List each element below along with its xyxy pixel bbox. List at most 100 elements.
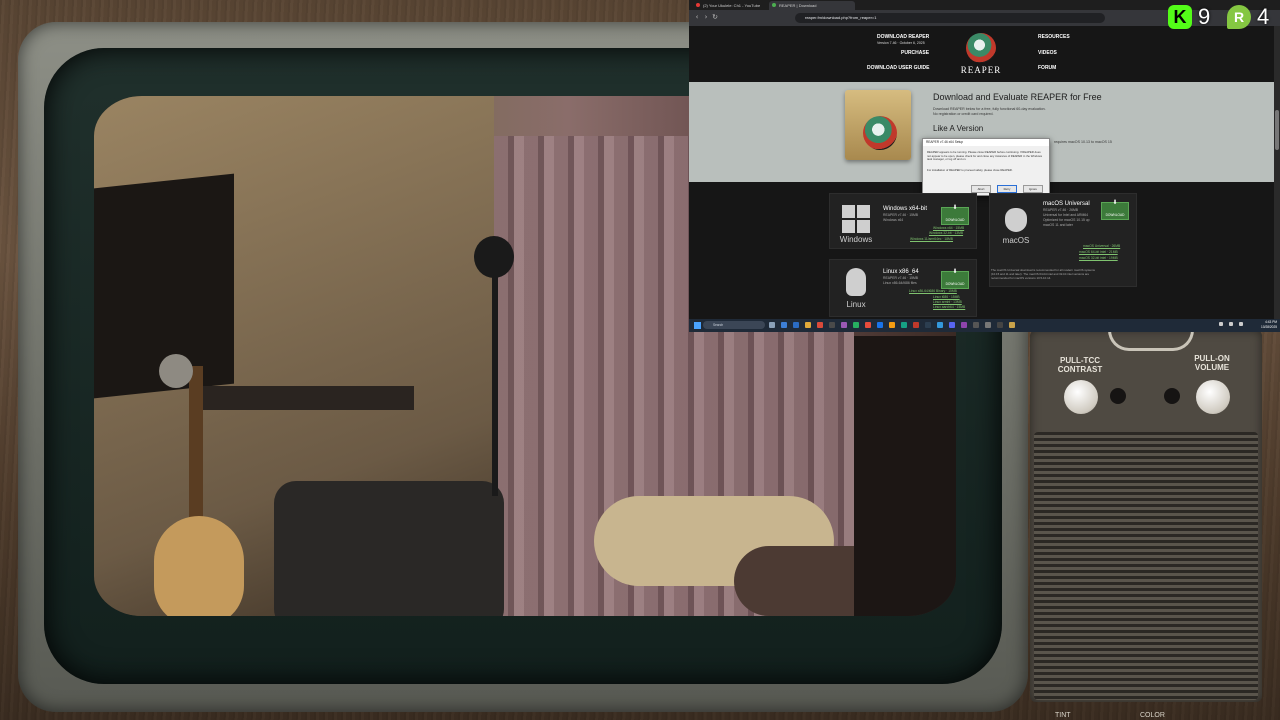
app-icon[interactable] (901, 322, 907, 328)
kick-logo-icon: K (1168, 5, 1192, 29)
version-text: Version 7.46 · October 6, 2025 (877, 41, 925, 45)
hero-note: requires macOS 10.13 to macOS 15 (1054, 140, 1112, 144)
nav-user-guide[interactable]: DOWNLOAD USER GUIDE (867, 65, 930, 71)
hero-subtitle: Like A Version (933, 124, 984, 133)
ignore-button[interactable]: Ignore (1023, 185, 1043, 193)
setup-dialog: REAPER v7.46 x64 Setup REAPER appears to… (922, 138, 1050, 196)
reaper-icon (772, 3, 776, 7)
hero-text: Download REAPER below for a free, fully … (933, 107, 1046, 111)
color-label: COLOR (1140, 712, 1165, 719)
os-meta: Linux x86-64/i686 files (883, 281, 917, 285)
guitar-neck (189, 366, 203, 526)
os-title: Windows x64-bit (883, 206, 928, 212)
os-meta: REAPER v7.46 · 26MB (1043, 208, 1079, 212)
download-button[interactable]: DOWNLOAD (941, 266, 969, 289)
os-meta: Optimized for macOS 10.15 up (1043, 218, 1090, 222)
download-link[interactable]: Windows x64 · 15MB (933, 226, 964, 230)
rumble-viewer-counter: R 4 (1227, 4, 1269, 30)
rumble-count: 4 (1257, 4, 1270, 29)
reaper-taskbar-icon[interactable] (1009, 322, 1015, 328)
app-icon[interactable] (973, 322, 979, 328)
app-icon[interactable] (829, 322, 835, 328)
os-meta: REAPER v7.46 · 15MB (883, 276, 919, 280)
app-icon[interactable] (853, 322, 859, 328)
back-icon[interactable]: ‹ (693, 13, 701, 21)
app-icon[interactable] (865, 322, 871, 328)
app-icon[interactable] (985, 322, 991, 328)
tray-icon[interactable] (1219, 322, 1223, 326)
download-link[interactable]: macOS 32-bit intel · 19MB (1079, 256, 1118, 260)
app-icon[interactable] (913, 322, 919, 328)
download-link[interactable]: Linux armhf · 13MB (933, 300, 962, 304)
app-icon[interactable] (817, 322, 823, 328)
forward-icon[interactable]: › (702, 13, 710, 21)
tab-label: (2) Your Ukulele: Ch1 - YouTube (703, 3, 761, 8)
dialog-title: REAPER v7.46 x64 Setup (923, 139, 1049, 146)
os-meta: Universal for Intel and ARM64 (1043, 213, 1089, 217)
reload-icon[interactable]: ↻ (711, 13, 719, 21)
abort-button[interactable]: Abort (971, 185, 991, 193)
linux-tux-icon (846, 268, 866, 296)
app-icon[interactable] (961, 322, 967, 328)
apple-logo-icon (1005, 208, 1027, 232)
os-name: Linux (846, 300, 866, 309)
nav-resources[interactable]: RESOURCES (1038, 34, 1070, 40)
app-icon[interactable] (781, 322, 787, 328)
download-link[interactable]: macOS Universal · 26MB (1083, 244, 1120, 248)
reaper-logo-icon[interactable] (966, 33, 996, 63)
download-link[interactable]: Linux x86-64/i686 Binary · 15MB (909, 289, 957, 293)
nav-videos[interactable]: VIDEOS (1038, 50, 1057, 56)
nav-forum[interactable]: FORUM (1038, 65, 1056, 71)
scrollbar[interactable] (1274, 26, 1280, 319)
address-bar[interactable]: reaper.fm/download.php?from_reaper=1 (795, 13, 1105, 23)
os-name: macOS (1002, 236, 1030, 245)
taskbar-clock[interactable]: 4:43 PM 10/28/2025 (1253, 320, 1277, 329)
keyboard-instrument (194, 386, 414, 410)
tab-label: REAPER | Download (779, 3, 817, 8)
folder-icon[interactable] (805, 322, 811, 328)
dialog-message: REAPER appears to be running. Please clo… (927, 150, 1043, 162)
retry-button[interactable]: Retry (997, 185, 1017, 193)
dialog-message: For installation of REAPER to proceed sa… (927, 168, 1013, 172)
download-link[interactable]: Linux aarch64 · 15MB (933, 305, 965, 309)
app-icon[interactable] (889, 322, 895, 328)
hero-text: No registration or credit card required. (933, 112, 994, 116)
wifi-icon[interactable] (1229, 322, 1233, 326)
app-icon[interactable] (997, 322, 1003, 328)
scrollbar-thumb[interactable] (1275, 110, 1279, 150)
tint-label: TINT (1055, 712, 1071, 719)
kick-count: 9 (1198, 4, 1211, 29)
tab-youtube[interactable]: (2) Your Ukulele: Ch1 - YouTube (693, 1, 779, 10)
browser-window: (2) Your Ukulele: Ch1 - YouTube REAPER |… (689, 0, 1280, 332)
clock-date: 10/28/2025 (1261, 324, 1277, 329)
contrast-label: PULL-TCC CONTRAST (1057, 356, 1103, 374)
app-icon[interactable] (925, 322, 931, 328)
app-icon[interactable] (949, 322, 955, 328)
start-icon[interactable] (694, 322, 701, 329)
guitar (154, 516, 244, 616)
reaper-box-logo-icon (863, 116, 897, 150)
contrast-jack (1110, 388, 1126, 404)
app-icon[interactable] (841, 322, 847, 328)
taskview-icon[interactable] (769, 322, 775, 328)
chrome-icon[interactable] (877, 322, 883, 328)
download-link[interactable]: Windows 11/arm64ec · 18MB (910, 237, 953, 241)
tv-dial (1108, 330, 1194, 351)
download-button[interactable]: DOWNLOAD (1101, 197, 1129, 220)
app-icon[interactable] (793, 322, 799, 328)
nav-download[interactable]: DOWNLOAD REAPER (877, 34, 929, 40)
contrast-knob (1064, 380, 1098, 414)
download-button[interactable]: DOWNLOAD (941, 202, 969, 225)
windows-logo-icon (842, 205, 870, 233)
taskbar-search[interactable]: Search (703, 321, 765, 329)
app-icon[interactable] (937, 322, 943, 328)
os-meta: Windows x64 (883, 218, 904, 222)
volume-icon[interactable] (1239, 322, 1243, 326)
nav-purchase[interactable]: PURCHASE (901, 50, 929, 56)
download-link[interactable]: Linux i686 · 15MB (933, 295, 960, 299)
os-meta: REAPER v7.46 · 15MB (883, 213, 919, 217)
tab-reaper[interactable]: REAPER | Download (769, 1, 855, 10)
download-link[interactable]: Windows 32-bit · 13MB (929, 231, 963, 235)
volume-jack (1164, 388, 1180, 404)
download-link[interactable]: macOS 64-bit intel · 21MB (1079, 250, 1118, 254)
